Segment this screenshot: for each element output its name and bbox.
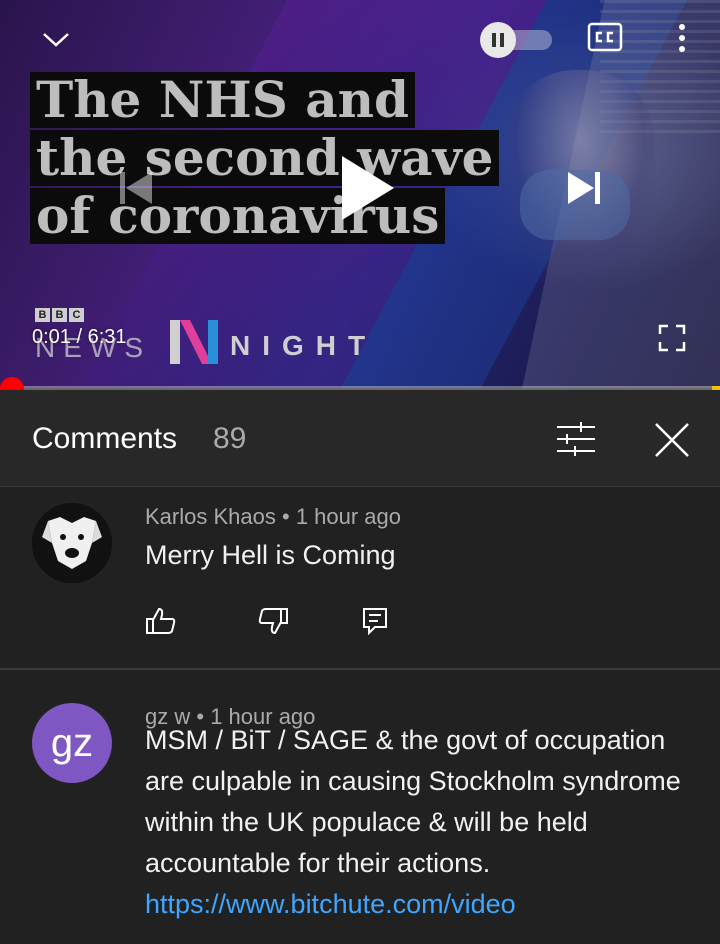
duration: 6:31 — [87, 326, 127, 348]
comment-item: Karlos Khaos • 1 hour ago Merry Hell is … — [0, 487, 720, 670]
comment-list: Karlos Khaos • 1 hour ago Merry Hell is … — [0, 487, 720, 944]
autoplay-toggle[interactable] — [480, 22, 552, 58]
time-separator: / — [76, 326, 88, 348]
closed-captions-icon[interactable] — [587, 22, 623, 52]
bbc-letter: C — [69, 308, 84, 322]
fullscreen-icon[interactable] — [658, 324, 686, 352]
comment-author[interactable]: Karlos Khaos — [145, 504, 276, 529]
current-time: 0:01 — [32, 326, 71, 348]
play-icon[interactable] — [330, 152, 400, 224]
more-vertical-icon[interactable] — [670, 20, 694, 56]
thumbs-up-icon[interactable] — [145, 605, 177, 637]
skip-next-icon[interactable] — [564, 168, 604, 208]
bbc-letter: B — [52, 308, 67, 322]
comments-title: Comments — [32, 422, 178, 455]
bbc-logo: B B C — [35, 308, 84, 322]
video-headline: The NHS and the second wave of coronavir… — [30, 72, 500, 246]
comments-header: Comments 89 — [0, 390, 720, 487]
comment-time: 1 hour ago — [295, 504, 402, 529]
night-word: NIGHT — [230, 330, 378, 361]
newsnight-n-icon — [170, 320, 218, 364]
comment-meta: Karlos Khaos • 1 hour ago — [145, 504, 401, 530]
comment-link[interactable]: https://www.bitchute.com/video — [145, 889, 516, 919]
time-display: 0:01 / 6:31 — [32, 326, 127, 349]
skip-previous-icon[interactable] — [116, 168, 156, 208]
close-icon[interactable] — [652, 420, 692, 460]
dog-avatar-icon — [32, 503, 112, 583]
video-player[interactable]: The NHS and the second wave of coronavir… — [0, 0, 720, 388]
comment-text: Merry Hell is Coming — [145, 540, 396, 570]
pause-icon — [480, 22, 516, 58]
comment-item: gz gz w • 1 hour ago MSM / BiT / SAGE & … — [0, 670, 720, 944]
reply-icon[interactable] — [359, 605, 391, 637]
avatar[interactable] — [32, 503, 112, 583]
headline-line: The NHS and — [30, 72, 415, 128]
comments-count: 89 — [213, 422, 247, 455]
chevron-down-icon[interactable] — [40, 24, 72, 54]
headline-line: the second wave — [30, 130, 500, 186]
bbc-letter: B — [35, 308, 50, 322]
comment-body: MSM / BiT / SAGE & the govt of occupatio… — [145, 725, 681, 878]
avatar[interactable]: gz — [32, 703, 112, 783]
meta-separator: • — [281, 504, 290, 529]
thumbs-down-icon[interactable] — [257, 605, 289, 637]
sort-filter-icon[interactable] — [555, 420, 597, 458]
comment-text: MSM / BiT / SAGE & the govt of occupatio… — [145, 720, 701, 925]
